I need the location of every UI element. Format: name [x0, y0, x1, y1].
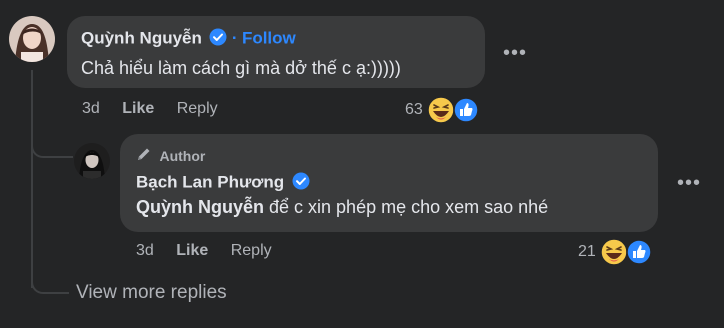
comment-text: Chả hiểu làm cách gì mà dở thế c ạ:))))): [81, 58, 401, 78]
comment-author-name[interactable]: Quỳnh Nguyễn: [81, 29, 202, 48]
like-button[interactable]: Like: [176, 242, 208, 259]
avatar[interactable]: [74, 143, 110, 179]
thread-line: [31, 70, 33, 288]
comment-bubble: Quỳnh Nguyễn · Follow Chả hiểu làm cách …: [67, 16, 485, 88]
follow-separator: ·: [231, 28, 238, 48]
reaction-count: 21: [578, 243, 596, 260]
reply-actions: 3d Like Reply: [136, 242, 272, 260]
comment-timestamp[interactable]: 3d: [82, 100, 100, 117]
reply-author-name[interactable]: Bạch Lan Phương: [136, 173, 284, 192]
reply-bubble: Author Bạch Lan Phương Quỳnh Nguyễn để c…: [120, 134, 658, 232]
more-options-icon[interactable]: •••: [503, 43, 527, 63]
haha-icon: [427, 96, 455, 129]
haha-icon: [600, 238, 628, 271]
like-button[interactable]: Like: [122, 100, 154, 117]
reply-button[interactable]: Reply: [177, 100, 218, 117]
reply-text: để c xin phép mẹ cho xem sao nhé: [264, 197, 549, 217]
reply-timestamp[interactable]: 3d: [136, 242, 154, 259]
author-badge: Author: [159, 147, 206, 164]
thread-branch-more: [31, 268, 69, 294]
verified-badge-icon: [209, 28, 227, 51]
more-options-icon[interactable]: •••: [677, 173, 701, 193]
follow-button[interactable]: Follow: [242, 29, 296, 48]
like-icon: [453, 97, 479, 128]
mention-link[interactable]: Quỳnh Nguyễn: [136, 197, 264, 217]
comment-actions: 3d Like Reply: [82, 100, 218, 118]
verified-badge-icon: [292, 172, 310, 195]
thread-branch-reply: [31, 130, 73, 158]
reply-button[interactable]: Reply: [231, 242, 272, 259]
like-icon: [626, 239, 652, 270]
reaction-count: 63: [405, 101, 423, 118]
avatar[interactable]: [9, 16, 55, 62]
pencil-icon: [136, 146, 152, 167]
view-more-replies-link[interactable]: View more replies: [76, 282, 227, 304]
